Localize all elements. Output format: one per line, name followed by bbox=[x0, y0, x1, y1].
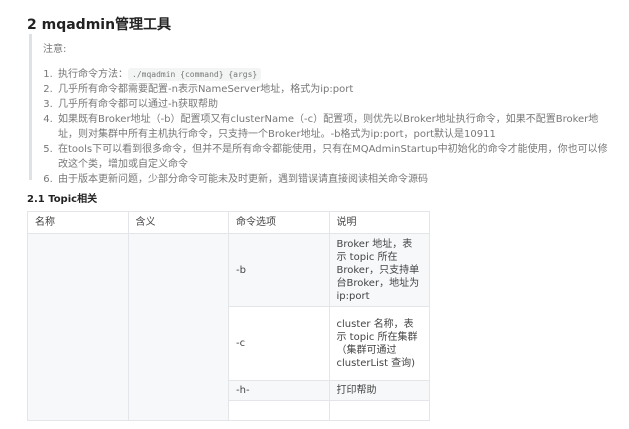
list-item: 执行命令方法：./mqadmin {command} {args} bbox=[56, 67, 613, 82]
header-desc: 说明 bbox=[328, 211, 430, 234]
list-item: 几乎所有命令都可以通过-h获取帮助 bbox=[56, 97, 613, 112]
note-blockquote: 注意: 执行命令方法：./mqadmin {command} {args} 几乎… bbox=[29, 34, 613, 185]
table-header-row: 名称 含义 命令选项 说明 bbox=[27, 211, 430, 234]
meaning-cell bbox=[127, 233, 229, 421]
list-item: 由于版本更新问题，少部分命令可能未及时更新，遇到错误请直接阅读相关命令源码 bbox=[56, 172, 613, 187]
list-item: 几乎所有命令都需要配置-n表示NameServer地址，格式为ip:port bbox=[56, 82, 613, 97]
desc-cell: cluster 名称，表示 topic 所在集群（集群可通过 clusterLi… bbox=[328, 306, 430, 381]
list-item: 如果既有Broker地址（-b）配置项又有clusterName（-c）配置项，… bbox=[56, 112, 613, 142]
option-cell bbox=[228, 400, 330, 421]
topic-commands-table: 名称 含义 命令选项 说明 -b Broker 地址，表示 topic 所在 B… bbox=[27, 211, 430, 421]
item-text: 执行命令方法： bbox=[58, 69, 128, 80]
option-cell: -c bbox=[228, 306, 330, 381]
header-option: 命令选项 bbox=[228, 211, 330, 234]
desc-cell bbox=[328, 400, 430, 421]
option-cell: -b bbox=[228, 233, 330, 307]
notes-list: 执行命令方法：./mqadmin {command} {args} 几乎所有命令… bbox=[43, 67, 613, 187]
name-cell bbox=[27, 233, 129, 421]
table-row: -b Broker 地址，表示 topic 所在 Broker，只支持单台Bro… bbox=[27, 233, 430, 421]
note-label: 注意: bbox=[43, 44, 67, 55]
header-name: 名称 bbox=[27, 211, 129, 234]
desc-cell: 打印帮助 bbox=[328, 380, 430, 401]
section-heading: 2 mqadmin管理工具 bbox=[27, 17, 172, 33]
header-meaning: 含义 bbox=[127, 211, 229, 234]
list-item: 在tools下可以看到很多命令，但并不是所有命令都能使用，只有在MQAdminS… bbox=[56, 142, 613, 172]
option-cell: -h- bbox=[228, 380, 330, 401]
command-code: ./mqadmin {command} {args} bbox=[128, 68, 262, 81]
subsection-heading: 2.1 Topic相关 bbox=[27, 194, 98, 205]
desc-cell: Broker 地址，表示 topic 所在 Broker，只支持单台Broker… bbox=[328, 233, 430, 307]
